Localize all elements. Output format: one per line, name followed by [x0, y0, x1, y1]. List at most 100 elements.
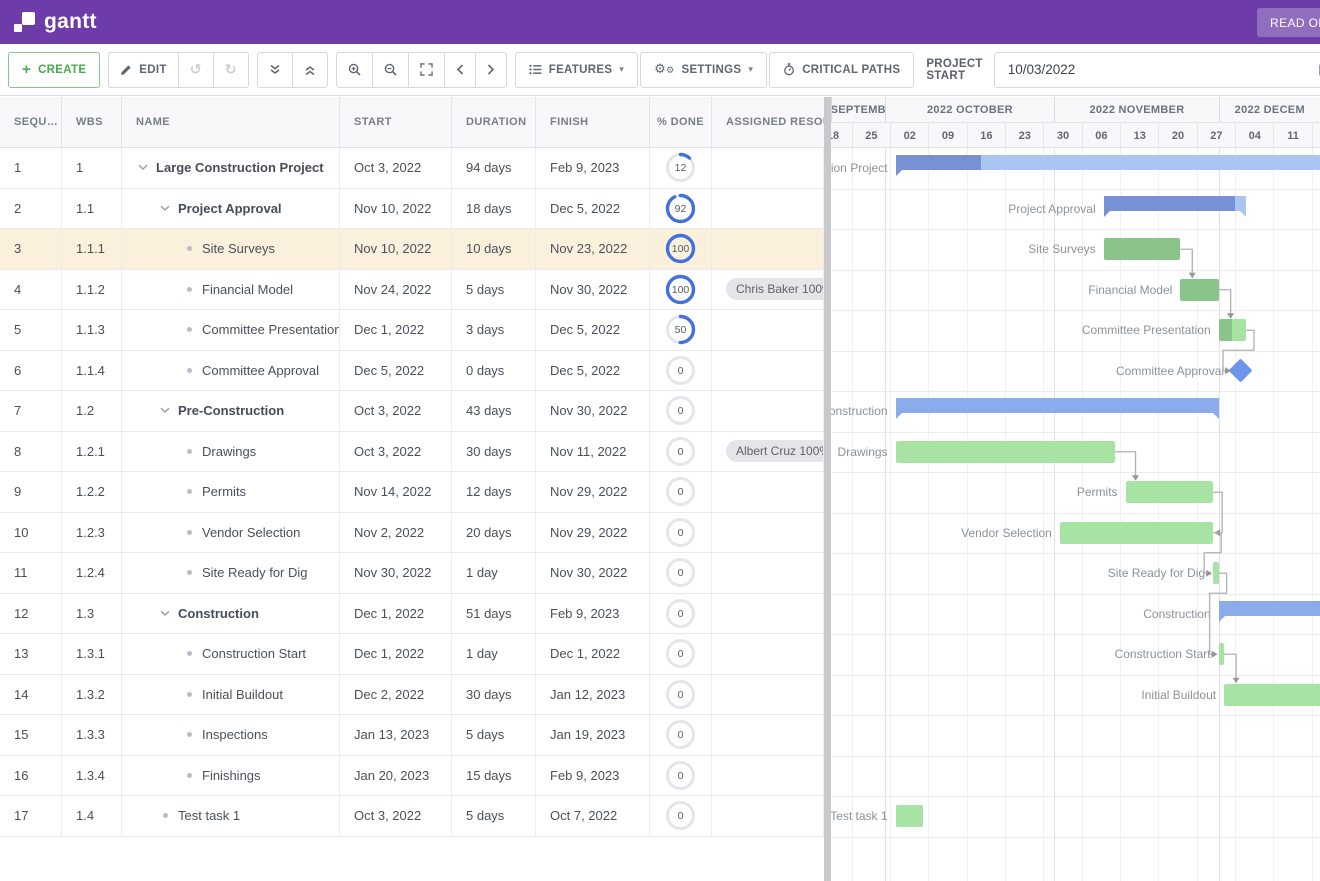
- scroll-left-button[interactable]: [443, 51, 476, 88]
- cell-name: Inspections: [122, 715, 340, 755]
- task-bar[interactable]: [1213, 562, 1219, 585]
- timeline-month-cell: 2022 DECEM: [1218, 97, 1320, 123]
- week-gridline: [890, 148, 892, 881]
- cell-assigned-resources: [712, 391, 824, 431]
- milestone-diamond[interactable]: [1228, 358, 1253, 383]
- table-row[interactable]: 16 1.3.4 Finishings Jan 20, 2023 15 days Feb …: [0, 755, 824, 796]
- cell-wbs: 1.1.4: [62, 350, 122, 390]
- bullet-dot: [186, 286, 192, 292]
- table-row[interactable]: 7 1.2 Pre-Construction Oct 3, 2022 43 days No…: [0, 391, 824, 432]
- expand-all-button[interactable]: [291, 51, 328, 88]
- resource-pill[interactable]: Chris Baker 100%: [726, 278, 823, 301]
- task-name-label: Finishings: [202, 767, 261, 783]
- task-bar[interactable]: [895, 805, 923, 828]
- column-header-percent-done: % DONE: [650, 97, 712, 147]
- cell-finish: Oct 7, 2022: [536, 796, 650, 836]
- zoom-fit-button[interactable]: [407, 51, 445, 88]
- summary-bar[interactable]: [1103, 195, 1246, 217]
- edit-label: EDIT: [139, 63, 167, 76]
- tree-indent: Vendor Selection: [122, 525, 300, 540]
- table-row[interactable]: 9 1.2.2 Permits Nov 14, 2022 12 days Nov 29, …: [0, 472, 824, 513]
- zoom-in-button[interactable]: [335, 51, 373, 88]
- tree-expander[interactable]: [158, 407, 172, 414]
- zoom-out-button[interactable]: [371, 51, 409, 88]
- resource-pill[interactable]: Albert Cruz 100%: [726, 440, 823, 463]
- cell-assigned-resources: [712, 229, 824, 269]
- redo-button[interactable]: ↻: [212, 51, 249, 88]
- timeline-month-cell: 2022 NOVEMBER: [1054, 97, 1219, 123]
- table-row[interactable]: 2 1.1 Project Approval Nov 10, 2022 18 days D…: [0, 188, 824, 229]
- cell-duration: 43 days: [452, 391, 536, 431]
- progress-ring: 12: [665, 153, 696, 183]
- features-dropdown[interactable]: FEATURES ▾: [514, 51, 639, 88]
- cell-percent-done: 100: [650, 269, 712, 309]
- summary-bar[interactable]: [895, 398, 1219, 419]
- table-row[interactable]: 1 1 Large Construction Project Oct 3, 2022 9…: [0, 148, 824, 189]
- table-row[interactable]: 5 1.1.3 Committee Presentation Dec 1, 2022 3…: [0, 310, 824, 351]
- timeline-week-cell: 13: [1120, 123, 1158, 148]
- week-gridline: [1196, 148, 1198, 881]
- summary-cap-left: [895, 169, 903, 176]
- table-row[interactable]: 15 1.3.3 Inspections Jan 13, 2023 5 days Jan …: [0, 715, 824, 756]
- cell-finish: Nov 29, 2022: [536, 512, 650, 552]
- task-bar[interactable]: [1059, 521, 1214, 544]
- task-bar[interactable]: [1218, 643, 1225, 666]
- tree-expander[interactable]: [158, 205, 172, 212]
- table-row[interactable]: 17 1.4 Test task 1 Oct 3, 2022 5 days Oct 7, …: [0, 796, 824, 837]
- table-row[interactable]: 11 1.2.4 Site Ready for Dig Nov 30, 2022 1 d…: [0, 553, 824, 594]
- bullet-icon: [158, 813, 172, 819]
- table-row[interactable]: 3 1.1.1 Site Surveys Nov 10, 2022 10 days Nov…: [0, 229, 824, 270]
- edit-button[interactable]: EDIT: [108, 51, 179, 88]
- undo-icon: ↺: [189, 61, 202, 78]
- task-name-label: Committee Presentation: [202, 322, 340, 338]
- task-bar[interactable]: [1180, 278, 1219, 301]
- collapse-all-button[interactable]: [256, 51, 293, 88]
- table-row[interactable]: 10 1.2.3 Vendor Selection Nov 2, 2022 20 day…: [0, 512, 824, 553]
- progress-ring: 0: [666, 355, 695, 385]
- summary-bar[interactable]: [895, 155, 1320, 176]
- critical-paths-button[interactable]: CRITICAL PATHS: [769, 51, 915, 88]
- table-row[interactable]: 12 1.3 Construction Dec 1, 2022 51 days Feb 9…: [0, 593, 824, 634]
- table-row[interactable]: 8 1.2.1 Drawings Oct 3, 2022 30 days Nov 11, …: [0, 431, 824, 472]
- top-bar: gantt READ ONLY: [0, 0, 1320, 44]
- timeline-month-cell: SEPTEMB: [831, 97, 885, 123]
- create-button[interactable]: + CREATE: [8, 51, 101, 88]
- cell-finish: Nov 29, 2022: [536, 472, 650, 512]
- table-row[interactable]: 4 1.1.2 Financial Model Nov 24, 2022 5 days N…: [0, 269, 824, 310]
- task-bar[interactable]: [1218, 319, 1246, 342]
- cell-sequence: 10: [0, 512, 62, 552]
- cell-start: Nov 2, 2022: [340, 512, 452, 552]
- undo-button[interactable]: ↺: [177, 51, 214, 88]
- row-gridline: [831, 755, 1320, 757]
- table-row[interactable]: 6 1.1.4 Committee Approval Dec 5, 2022 0 day…: [0, 350, 824, 391]
- table-row[interactable]: 14 1.3.2 Initial Buildout Dec 2, 2022 30 day…: [0, 674, 824, 715]
- cell-start: Oct 3, 2022: [340, 431, 452, 471]
- task-bar[interactable]: [1224, 683, 1320, 706]
- settings-dropdown[interactable]: ⚙︎⚙︎ SETTINGS ▾: [640, 51, 768, 88]
- scroll-right-button[interactable]: [474, 51, 507, 88]
- cell-percent-done: 0: [650, 431, 712, 471]
- read-only-button[interactable]: READ ONLY: [1257, 8, 1320, 37]
- bullet-dot: [186, 246, 192, 252]
- grid-chart-splitter[interactable]: [824, 97, 831, 881]
- timeline-week-cell: 20: [1158, 123, 1196, 148]
- bullet-dot: [186, 691, 192, 697]
- tree-indent: Permits: [122, 484, 246, 499]
- row-gridline: [831, 634, 1320, 635]
- tree-indent: Site Surveys: [122, 241, 275, 256]
- timeline-week-cell: 23: [1005, 123, 1043, 148]
- project-start-input[interactable]: [993, 51, 1320, 88]
- timeline-week-cell: 18: [831, 123, 852, 148]
- task-bar[interactable]: [895, 440, 1115, 463]
- cell-name: Construction: [122, 593, 340, 633]
- cell-percent-done: 50: [650, 310, 712, 350]
- tree-expander[interactable]: [158, 610, 172, 617]
- app-logo: gantt: [14, 10, 97, 34]
- task-bar[interactable]: [1125, 481, 1214, 504]
- redo-icon: ↻: [224, 61, 237, 78]
- task-bar[interactable]: [1103, 238, 1181, 261]
- row-gridline: [831, 310, 1320, 311]
- summary-bar[interactable]: [1218, 600, 1320, 622]
- table-row[interactable]: 13 1.3.1 Construction Start Dec 1, 2022 1 da…: [0, 634, 824, 675]
- tree-expander[interactable]: [136, 164, 150, 171]
